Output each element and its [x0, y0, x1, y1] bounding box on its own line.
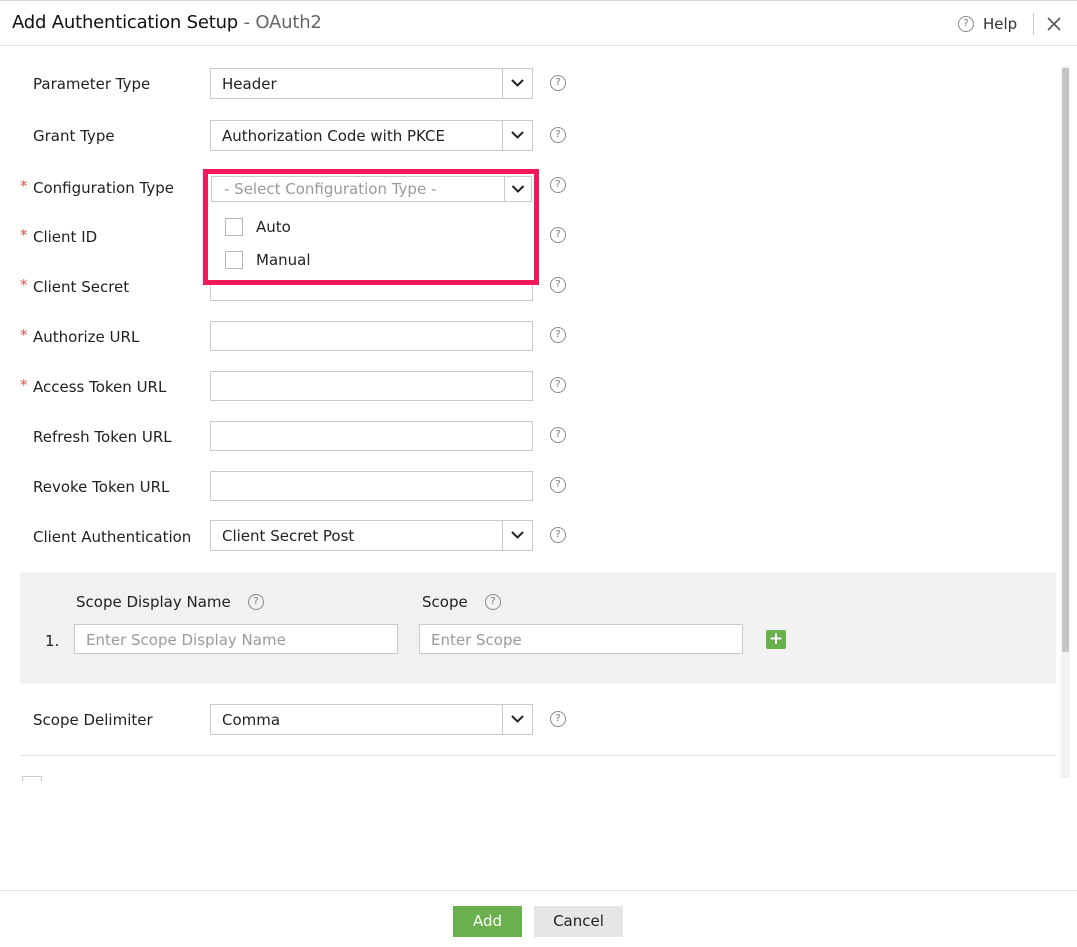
close-icon — [1047, 17, 1061, 31]
client-secret-label: Client Secret — [33, 278, 130, 296]
dialog-title-subtitle: OAuth2 — [255, 12, 322, 33]
option-label: Manual — [256, 251, 311, 269]
scope-display-name-help-icon[interactable]: ? — [248, 594, 264, 610]
configuration-type-help-icon[interactable]: ? — [550, 177, 566, 193]
configuration-type-select[interactable]: - Select Configuration Type - — [211, 176, 532, 202]
access-token-url-input[interactable] — [210, 371, 533, 401]
parameter-type-value: Header — [222, 75, 277, 93]
configuration-type-label: Configuration Type — [33, 179, 174, 197]
scope-help-icon[interactable]: ? — [485, 594, 501, 610]
revoke-token-url-input[interactable] — [210, 471, 533, 501]
required-marker: * — [20, 376, 28, 394]
dialog-title-separator: - — [238, 12, 256, 33]
chevron-down-icon — [502, 121, 532, 150]
scope-display-name-header: Scope Display Name — [76, 593, 231, 611]
required-marker: * — [20, 326, 28, 344]
configuration-type-placeholder: - Select Configuration Type - — [224, 180, 437, 198]
chevron-down-icon — [504, 177, 531, 201]
dialog-footer: Add Cancel — [0, 890, 1077, 947]
plus-icon: + — [768, 629, 784, 649]
dialog-header: Add Authentication Setup - OAuth2 ? Help — [0, 0, 1077, 46]
scope-input[interactable]: Enter Scope — [419, 624, 743, 654]
scope-delimiter-help-icon[interactable]: ? — [550, 711, 566, 727]
client-authentication-label: Client Authentication — [33, 528, 192, 546]
grant-type-value: Authorization Code with PKCE — [222, 127, 446, 145]
checkbox-partial[interactable] — [22, 776, 42, 781]
configuration-type-dropdown: - Select Configuration Type - Auto Manua… — [203, 169, 539, 285]
access-token-url-help-icon[interactable]: ? — [550, 377, 566, 393]
client-secret-help-icon[interactable]: ? — [550, 277, 566, 293]
revoke-token-url-label: Revoke Token URL — [33, 478, 170, 496]
dialog-title-main: Add Authentication Setup — [12, 12, 239, 33]
add-button[interactable]: Add — [453, 906, 522, 937]
refresh-token-url-input[interactable] — [210, 421, 533, 451]
help-icon: ? — [958, 16, 974, 32]
scope-delimiter-label: Scope Delimiter — [33, 711, 153, 729]
grant-type-label: Grant Type — [33, 127, 115, 145]
help-label: Help — [983, 15, 1018, 33]
authorize-url-help-icon[interactable]: ? — [550, 327, 566, 343]
client-authentication-select[interactable]: Client Secret Post — [210, 520, 533, 551]
configuration-option-manual[interactable]: Manual — [225, 251, 311, 269]
scope-delimiter-value: Comma — [222, 711, 281, 729]
grant-type-select[interactable]: Authorization Code with PKCE — [210, 120, 533, 151]
add-scope-button[interactable]: + — [766, 630, 786, 649]
cancel-button[interactable]: Cancel — [534, 906, 623, 937]
required-marker: * — [20, 226, 28, 244]
authorize-url-label: Authorize URL — [33, 328, 140, 346]
chevron-down-icon — [502, 521, 532, 550]
client-id-label: Client ID — [33, 228, 98, 246]
access-token-url-label: Access Token URL — [33, 378, 167, 396]
scope-delimiter-select[interactable]: Comma — [210, 704, 533, 735]
chevron-down-icon — [502, 69, 532, 98]
parameter-type-help-icon[interactable]: ? — [550, 75, 566, 91]
scope-row-index: 1. — [45, 632, 60, 650]
refresh-token-url-help-icon[interactable]: ? — [550, 427, 566, 443]
checkbox[interactable] — [225, 218, 243, 236]
scrollbar-thumb[interactable] — [1062, 68, 1069, 652]
refresh-token-url-label: Refresh Token URL — [33, 428, 172, 446]
close-button[interactable] — [1045, 13, 1063, 35]
header-divider — [1033, 13, 1034, 35]
configuration-option-auto[interactable]: Auto — [225, 218, 291, 236]
scope-display-name-input[interactable]: Enter Scope Display Name — [74, 624, 398, 654]
authorize-url-input[interactable] — [210, 321, 533, 351]
checkbox[interactable] — [225, 251, 243, 269]
client-id-help-icon[interactable]: ? — [550, 227, 566, 243]
required-marker: * — [20, 276, 28, 294]
client-authentication-value: Client Secret Post — [222, 527, 355, 545]
dialog-title: Add Authentication Setup - OAuth2 — [12, 12, 322, 33]
required-marker: * — [20, 177, 28, 195]
section-divider — [20, 755, 1056, 756]
scopes-section: Scope Display Name ? Scope ? 1. Enter Sc… — [20, 572, 1056, 684]
parameter-type-label: Parameter Type — [33, 75, 151, 93]
parameter-type-select[interactable]: Header — [210, 68, 533, 99]
chevron-down-icon — [502, 705, 532, 734]
client-authentication-help-icon[interactable]: ? — [550, 527, 566, 543]
scope-header: Scope — [422, 593, 468, 611]
option-label: Auto — [256, 218, 291, 236]
grant-type-help-icon[interactable]: ? — [550, 127, 566, 143]
help-link[interactable]: ? Help — [958, 15, 1017, 33]
revoke-token-url-help-icon[interactable]: ? — [550, 477, 566, 493]
